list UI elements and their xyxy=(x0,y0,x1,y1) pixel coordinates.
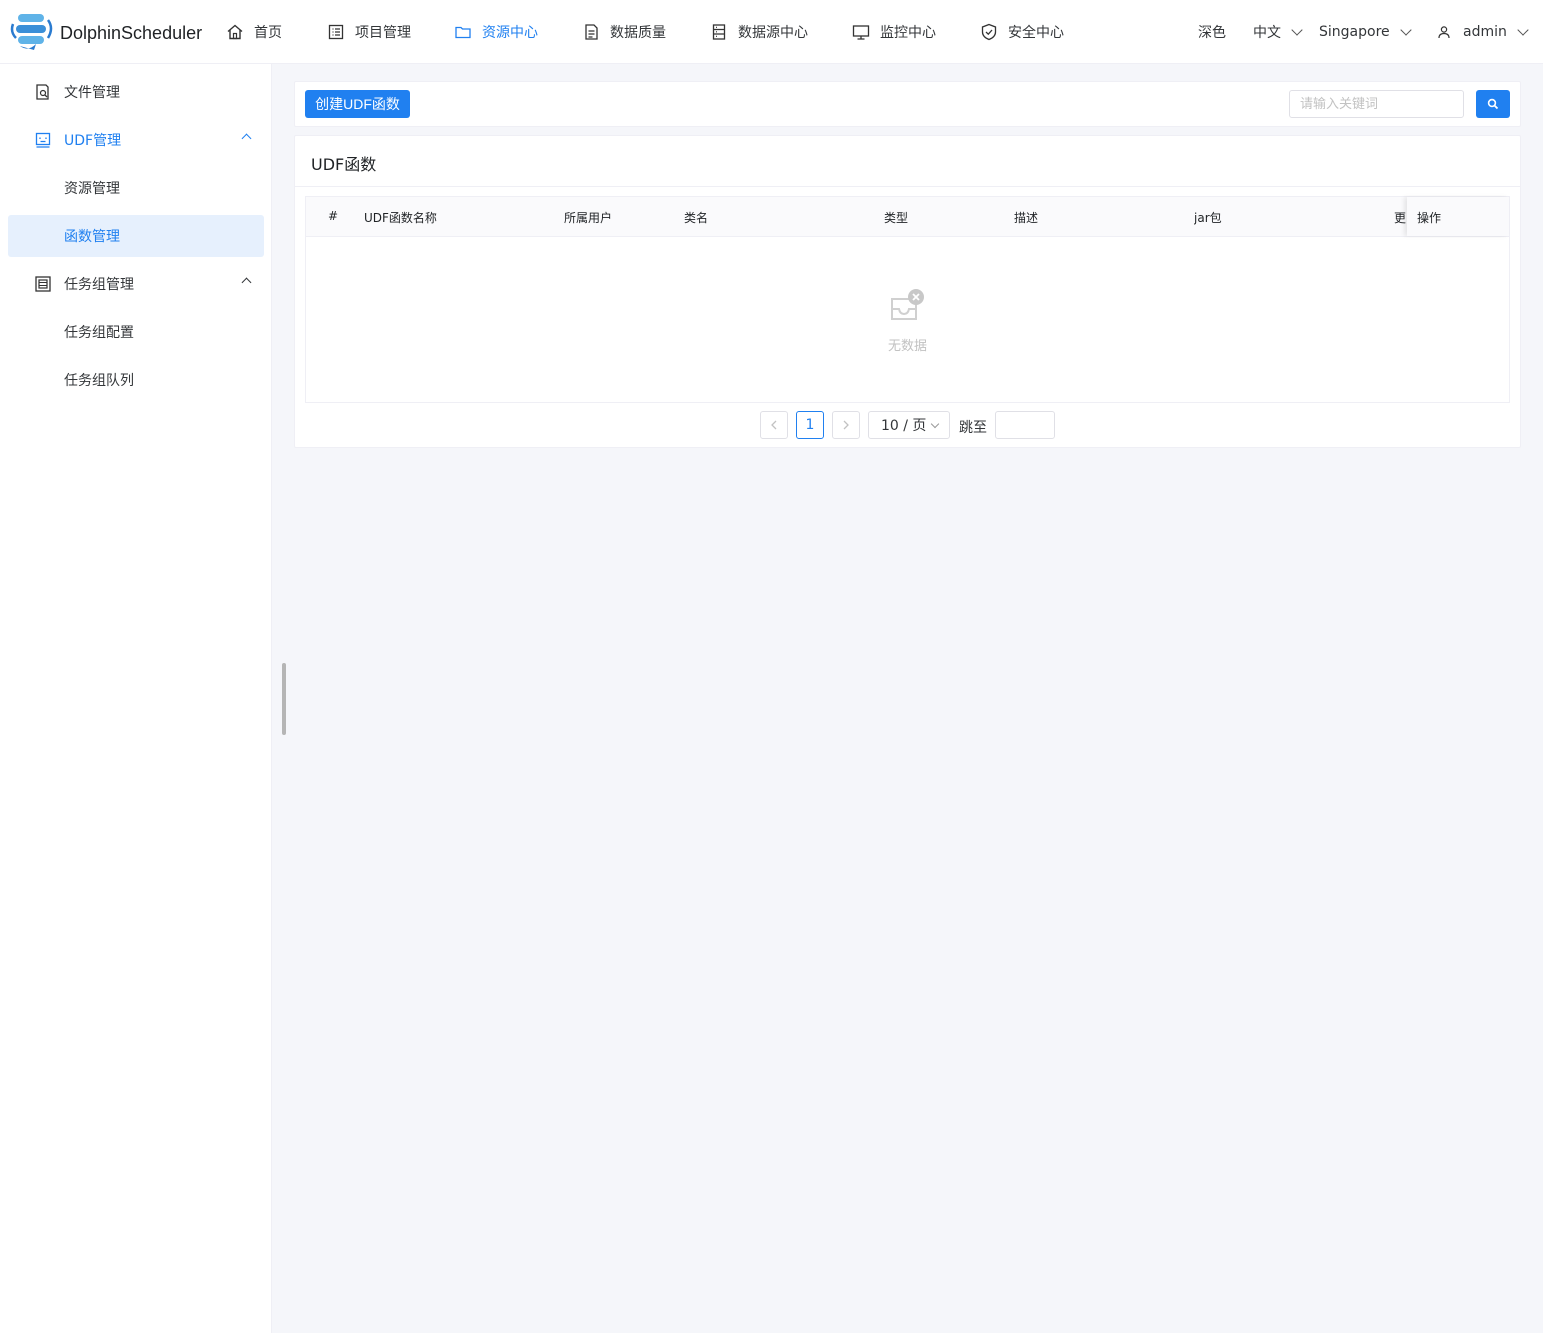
nav-home[interactable]: 首页 xyxy=(226,20,282,44)
sidebar-item-label: UDF管理 xyxy=(64,133,122,149)
nav-resources-label: 资源中心 xyxy=(482,25,538,41)
chevron-down-icon xyxy=(1399,24,1412,36)
sidebar-item-task-group-queue[interactable]: 任务组队列 xyxy=(8,359,264,401)
chevron-right-icon xyxy=(842,420,850,430)
nav-data-quality[interactable]: 数据质量 xyxy=(582,20,666,44)
next-page-button[interactable] xyxy=(832,411,860,439)
column-header-type: 类型 xyxy=(884,211,909,225)
nav-security-label: 安全中心 xyxy=(1008,25,1064,41)
page-button-current[interactable]: 1 xyxy=(796,411,824,439)
column-header-owner: 所属用户 xyxy=(564,211,613,225)
sidebar-item-label: 文件管理 xyxy=(64,85,120,101)
sidebar-item-label: 资源管理 xyxy=(64,181,120,197)
column-header-description: 描述 xyxy=(1014,211,1039,225)
sidebar-item-label: 任务组管理 xyxy=(64,277,134,293)
jump-label: 跳至 xyxy=(959,420,987,436)
create-udf-function-button[interactable]: 创建UDF函数 xyxy=(305,90,410,118)
nav-datasource-label: 数据源中心 xyxy=(738,25,808,41)
chevron-down-icon xyxy=(1291,24,1303,36)
user-icon xyxy=(1437,25,1451,39)
column-header-udf-name: UDF函数名称 xyxy=(364,211,437,225)
timezone-label: Singapore xyxy=(1319,24,1390,40)
home-icon xyxy=(226,23,244,41)
column-header-jar-package: jar包 xyxy=(1194,211,1222,225)
sidebar-item-function-management[interactable]: 函数管理 xyxy=(8,215,264,257)
shield-icon xyxy=(980,23,998,41)
language-label: 中文 xyxy=(1253,25,1281,41)
toolbar-card: 创建UDF函数 xyxy=(294,81,1521,127)
column-header-index: # xyxy=(328,209,339,223)
folder-icon xyxy=(454,23,472,41)
jump-page-input[interactable] xyxy=(995,411,1055,439)
search-button[interactable] xyxy=(1476,90,1510,118)
nav-monitor[interactable]: 监控中心 xyxy=(852,20,936,44)
card-title: UDF函数 xyxy=(311,155,377,174)
sidebar-item-label: 函数管理 xyxy=(64,229,120,245)
chevron-up-icon xyxy=(241,277,252,288)
user-menu[interactable]: admin xyxy=(1437,20,1529,44)
search-input[interactable] xyxy=(1289,90,1464,118)
empty-text: 无数据 xyxy=(887,339,927,354)
sidebar-item-file-management[interactable]: 文件管理 xyxy=(8,71,264,113)
project-icon xyxy=(327,23,345,41)
sidebar-item-udf-management[interactable]: UDF管理 xyxy=(8,119,264,161)
udf-function-table: # UDF函数名称 所属用户 类名 类型 描述 jar包 更 操作 无数据 xyxy=(305,196,1510,403)
sidebar-resize-handle[interactable] xyxy=(282,663,286,735)
prev-page-button[interactable] xyxy=(760,411,788,439)
chevron-left-icon xyxy=(770,420,778,430)
table-header: # UDF函数名称 所属用户 类名 类型 描述 jar包 更 操作 xyxy=(306,197,1509,237)
timezone-select[interactable]: Singapore xyxy=(1319,20,1412,44)
sidebar: 文件管理 UDF管理 资源管理 函数管理 任务组管理 任务组配置 任务组队列 xyxy=(0,64,272,1333)
nav-projects-label: 项目管理 xyxy=(355,25,411,41)
top-header: DolphinScheduler 首页 项目管理 资源中心 数据质量 数据源中心 xyxy=(0,0,1543,64)
sidebar-item-resource-management[interactable]: 资源管理 xyxy=(8,167,264,209)
nav-resources[interactable]: 资源中心 xyxy=(454,20,538,44)
nav-datasource[interactable]: 数据源中心 xyxy=(710,20,808,44)
column-header-actions-label: 操作 xyxy=(1417,211,1442,225)
page-size-label: 10 / 页 xyxy=(881,418,927,434)
column-header-actions: 操作 xyxy=(1407,197,1509,236)
chevron-down-icon xyxy=(1517,24,1529,36)
user-name: admin xyxy=(1463,24,1507,40)
nav-home-label: 首页 xyxy=(254,25,282,41)
sidebar-item-label: 任务组配置 xyxy=(64,325,134,341)
monitor-icon xyxy=(852,23,870,41)
page-size-select[interactable]: 10 / 页 xyxy=(868,411,950,439)
chevron-down-icon xyxy=(931,419,940,428)
nav-projects[interactable]: 项目管理 xyxy=(327,20,411,44)
file-search-icon xyxy=(34,83,52,101)
theme-label: 深色 xyxy=(1198,25,1226,41)
dolphin-logo-icon xyxy=(10,12,56,52)
empty-state: 无数据 xyxy=(306,237,1509,402)
app-name: DolphinScheduler xyxy=(60,22,203,43)
chevron-up-icon xyxy=(241,133,252,144)
datasource-icon xyxy=(710,23,728,41)
udf-icon xyxy=(34,131,52,149)
sidebar-item-task-group-management[interactable]: 任务组管理 xyxy=(8,263,264,305)
column-header-class-name: 类名 xyxy=(684,211,709,225)
nav-monitor-label: 监控中心 xyxy=(880,25,936,41)
theme-toggle[interactable]: 深色 xyxy=(1198,20,1226,44)
task-group-icon xyxy=(34,275,52,293)
udf-function-card: UDF函数 # UDF函数名称 所属用户 类名 类型 描述 jar包 更 操作 xyxy=(294,135,1521,448)
data-quality-icon xyxy=(582,23,600,41)
nav-security[interactable]: 安全中心 xyxy=(980,20,1064,44)
search-icon xyxy=(1487,98,1499,110)
column-header-update-time: 更 xyxy=(1394,211,1407,225)
sidebar-item-label: 任务组队列 xyxy=(64,373,134,389)
divider xyxy=(295,186,1520,187)
empty-inbox-icon xyxy=(888,287,928,327)
app-logo[interactable]: DolphinScheduler xyxy=(10,12,202,52)
sidebar-item-task-group-config[interactable]: 任务组配置 xyxy=(8,311,264,353)
nav-data-quality-label: 数据质量 xyxy=(610,25,666,41)
language-select[interactable]: 中文 xyxy=(1253,20,1303,44)
